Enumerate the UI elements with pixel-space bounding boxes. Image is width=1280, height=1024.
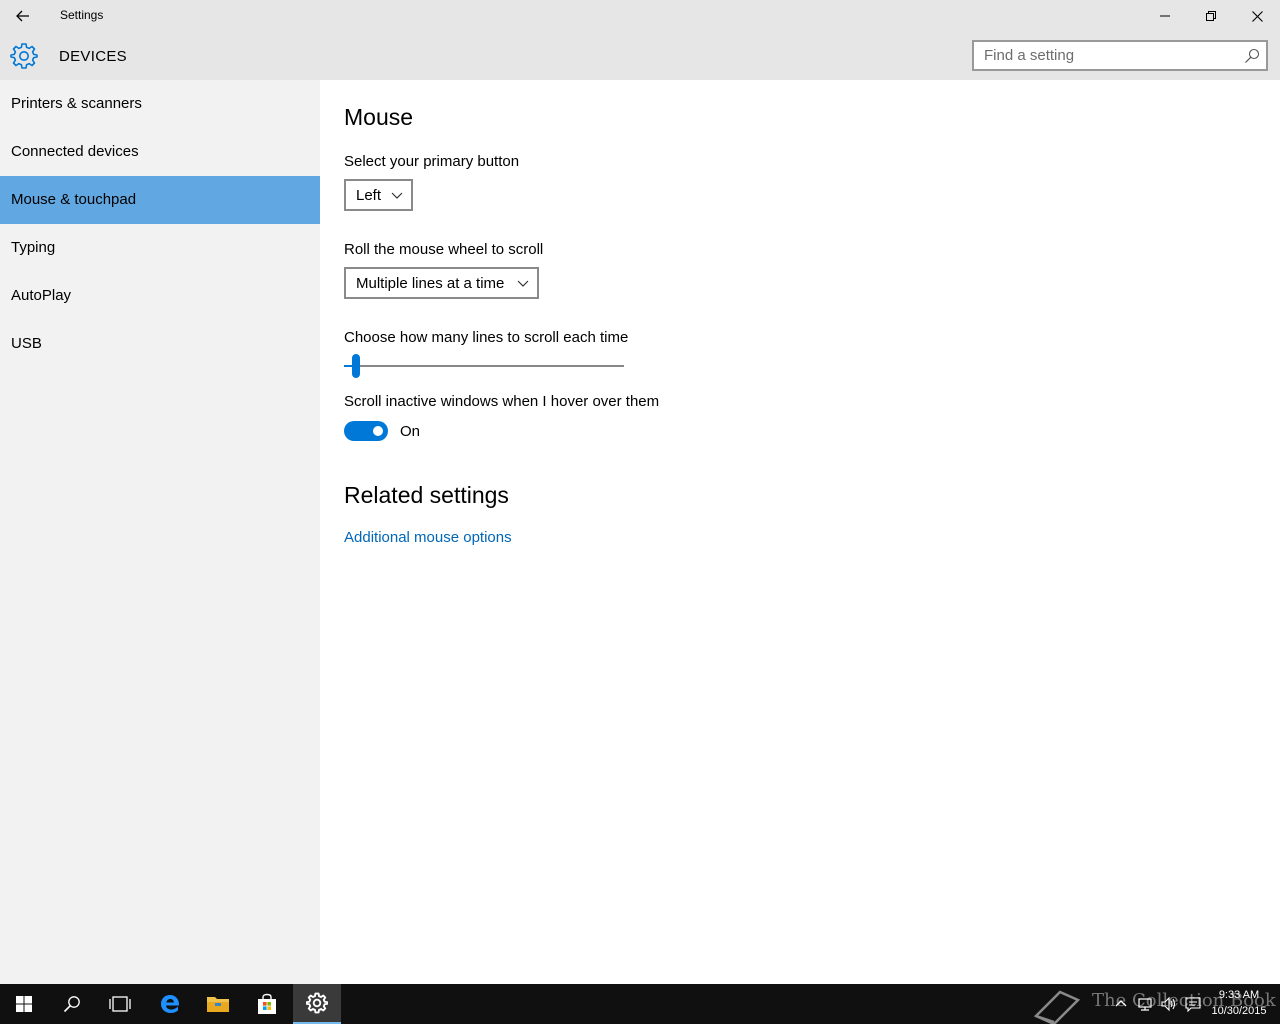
minimize-icon [1160, 15, 1170, 17]
title-bar: Settings [0, 0, 1280, 32]
sidebar: Printers & scanners Connected devices Mo… [0, 80, 320, 984]
file-explorer-button[interactable] [194, 984, 242, 1024]
section-title: DEVICES [59, 48, 127, 65]
restore-icon [1206, 11, 1216, 21]
store-bag-icon [258, 993, 276, 1014]
gear-icon [10, 43, 38, 69]
scroll-lines-slider[interactable] [344, 354, 624, 378]
clock-date: 10/30/2015 [1211, 1005, 1267, 1017]
taskbar-search-button[interactable] [48, 984, 96, 1024]
network-icon[interactable] [1137, 996, 1153, 1012]
start-button[interactable] [0, 984, 48, 1024]
book-watermark-icon [1033, 990, 1081, 1024]
wheel-scroll-dropdown[interactable]: Multiple lines at a time [344, 267, 539, 299]
wheel-scroll-label: Roll the mouse wheel to scroll [344, 241, 544, 258]
clock[interactable]: 9:33 AM 10/30/2015 [1206, 987, 1272, 1019]
close-icon [1251, 10, 1263, 22]
chevron-down-icon [391, 192, 403, 199]
restore-button[interactable] [1188, 0, 1234, 32]
search-input[interactable] [974, 42, 1234, 69]
taskbar: The Collection Book 9:33 AM 10/30/2015 [0, 984, 1280, 1024]
back-button[interactable] [0, 0, 46, 32]
minimize-button[interactable] [1142, 0, 1188, 32]
window-title: Settings [60, 8, 104, 22]
store-button[interactable] [243, 984, 291, 1024]
settings-header: DEVICES [0, 32, 1280, 80]
search-icon[interactable] [1244, 48, 1260, 64]
task-view-icon [109, 996, 131, 1012]
gear-icon [306, 992, 328, 1014]
search-box[interactable] [972, 40, 1268, 71]
folder-icon [207, 997, 229, 1012]
close-button[interactable] [1234, 0, 1280, 32]
slider-thumb[interactable] [352, 354, 360, 378]
sidebar-item-usb[interactable]: USB [0, 320, 320, 368]
back-arrow-icon [16, 10, 29, 22]
edge-browser-button[interactable] [146, 984, 194, 1024]
toggle-state-text: On [400, 423, 421, 440]
inactive-scroll-label: Scroll inactive windows when I hover ove… [344, 393, 660, 410]
scroll-lines-label: Choose how many lines to scroll each tim… [344, 329, 629, 346]
toggle-knob [373, 426, 383, 436]
clock-time: 9:33 AM [1218, 989, 1260, 1001]
task-view-button[interactable] [96, 984, 144, 1024]
chevron-down-icon [517, 280, 529, 287]
page-title: Mouse [344, 104, 414, 130]
chevron-up-icon[interactable] [1113, 996, 1129, 1012]
sidebar-item-autoplay[interactable]: AutoPlay [0, 272, 320, 320]
volume-icon[interactable] [1160, 996, 1176, 1012]
sidebar-item-mouse-touchpad[interactable]: Mouse & touchpad [0, 176, 320, 224]
wheel-scroll-value: Multiple lines at a time [356, 274, 505, 292]
sidebar-item-typing[interactable]: Typing [0, 224, 320, 272]
settings-taskbar-button[interactable] [293, 984, 341, 1024]
related-settings-heading: Related settings [344, 482, 509, 508]
main-content: Mouse Select your primary button Left Ro… [320, 80, 1280, 984]
sidebar-item-connected-devices[interactable]: Connected devices [0, 128, 320, 176]
edge-icon [161, 995, 180, 1013]
action-center-icon[interactable] [1185, 996, 1201, 1012]
additional-mouse-options-link[interactable]: Additional mouse options [344, 529, 512, 546]
windows-logo-icon [16, 996, 32, 1012]
inactive-scroll-toggle[interactable] [344, 421, 388, 441]
sidebar-item-printers-scanners[interactable]: Printers & scanners [0, 80, 320, 128]
search-icon [63, 996, 80, 1013]
primary-button-label: Select your primary button [344, 153, 520, 170]
primary-button-value: Left [356, 186, 382, 204]
primary-button-dropdown[interactable]: Left [344, 179, 413, 211]
